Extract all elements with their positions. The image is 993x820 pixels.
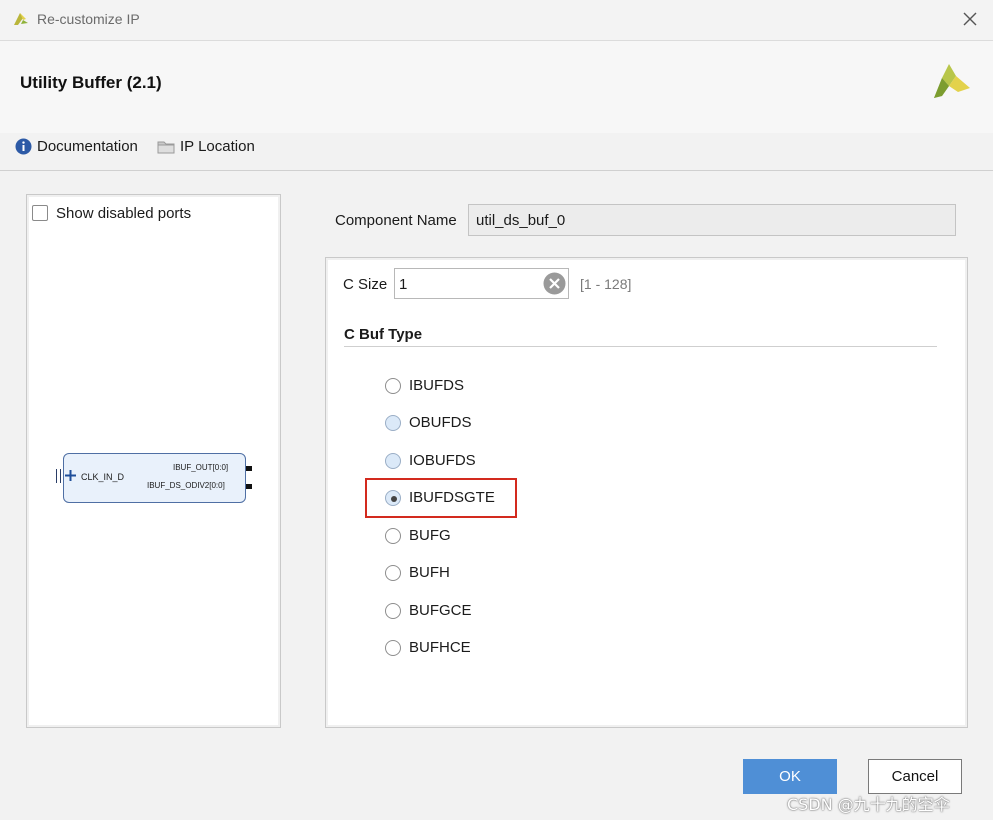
window-title: Re-customize IP: [37, 11, 140, 27]
radio-button[interactable]: [385, 378, 401, 394]
folder-icon[interactable]: [157, 139, 175, 154]
ip-location-link[interactable]: IP Location: [180, 138, 255, 155]
radio-label: BUFHCE: [409, 639, 471, 656]
show-disabled-ports-checkbox[interactable]: [32, 205, 48, 221]
radio-label: BUFG: [409, 527, 451, 544]
radio-button[interactable]: [385, 528, 401, 544]
radio-button[interactable]: [385, 415, 401, 431]
ip-title: Utility Buffer (2.1): [20, 73, 162, 92]
radio-label: IOBUFDS: [409, 452, 476, 469]
c-size-value: 1: [399, 276, 408, 293]
documentation-link[interactable]: Documentation: [37, 138, 138, 155]
radio-label: BUFH: [409, 564, 450, 581]
close-icon[interactable]: [962, 11, 978, 27]
c-size-label: C Size: [343, 276, 388, 293]
output-port-pin: [246, 484, 252, 489]
title-bar: [0, 0, 993, 41]
output-port-label: IBUF_DS_ODIV2[0:0]: [147, 481, 225, 490]
cancel-button[interactable]: Cancel: [868, 759, 962, 794]
header-divider: [0, 170, 993, 171]
show-disabled-ports-label[interactable]: Show disabled ports: [56, 205, 191, 222]
radio-label: OBUFDS: [409, 414, 472, 431]
plus-icon[interactable]: [65, 470, 76, 481]
xilinx-logo-icon: [934, 64, 970, 98]
radio-button[interactable]: [385, 640, 401, 656]
radio-button[interactable]: [385, 603, 401, 619]
section-divider: [344, 346, 937, 347]
clear-icon[interactable]: [543, 272, 566, 295]
ok-button[interactable]: OK: [743, 759, 837, 794]
watermark-text: CSDN @九十九的空伞: [787, 795, 950, 814]
c-buf-type-heading: C Buf Type: [344, 326, 423, 343]
radio-label: BUFGCE: [409, 602, 472, 619]
radio-button[interactable]: [385, 565, 401, 581]
component-name-value: util_ds_buf_0: [476, 212, 566, 229]
selection-highlight-box: [365, 478, 517, 518]
input-port-label: CLK_IN_D: [81, 472, 125, 482]
component-name-label: Component Name: [335, 212, 457, 229]
c-size-range: [1 - 128]: [580, 276, 632, 292]
output-port-pin: [246, 466, 252, 471]
radio-button[interactable]: [385, 453, 401, 469]
input-port-bus-marker: [56, 469, 61, 483]
radio-label: IBUFDS: [409, 377, 465, 394]
output-port-label: IBUF_OUT[0:0]: [173, 463, 229, 472]
info-icon[interactable]: [15, 138, 32, 155]
xilinx-logo-icon: [14, 13, 28, 25]
